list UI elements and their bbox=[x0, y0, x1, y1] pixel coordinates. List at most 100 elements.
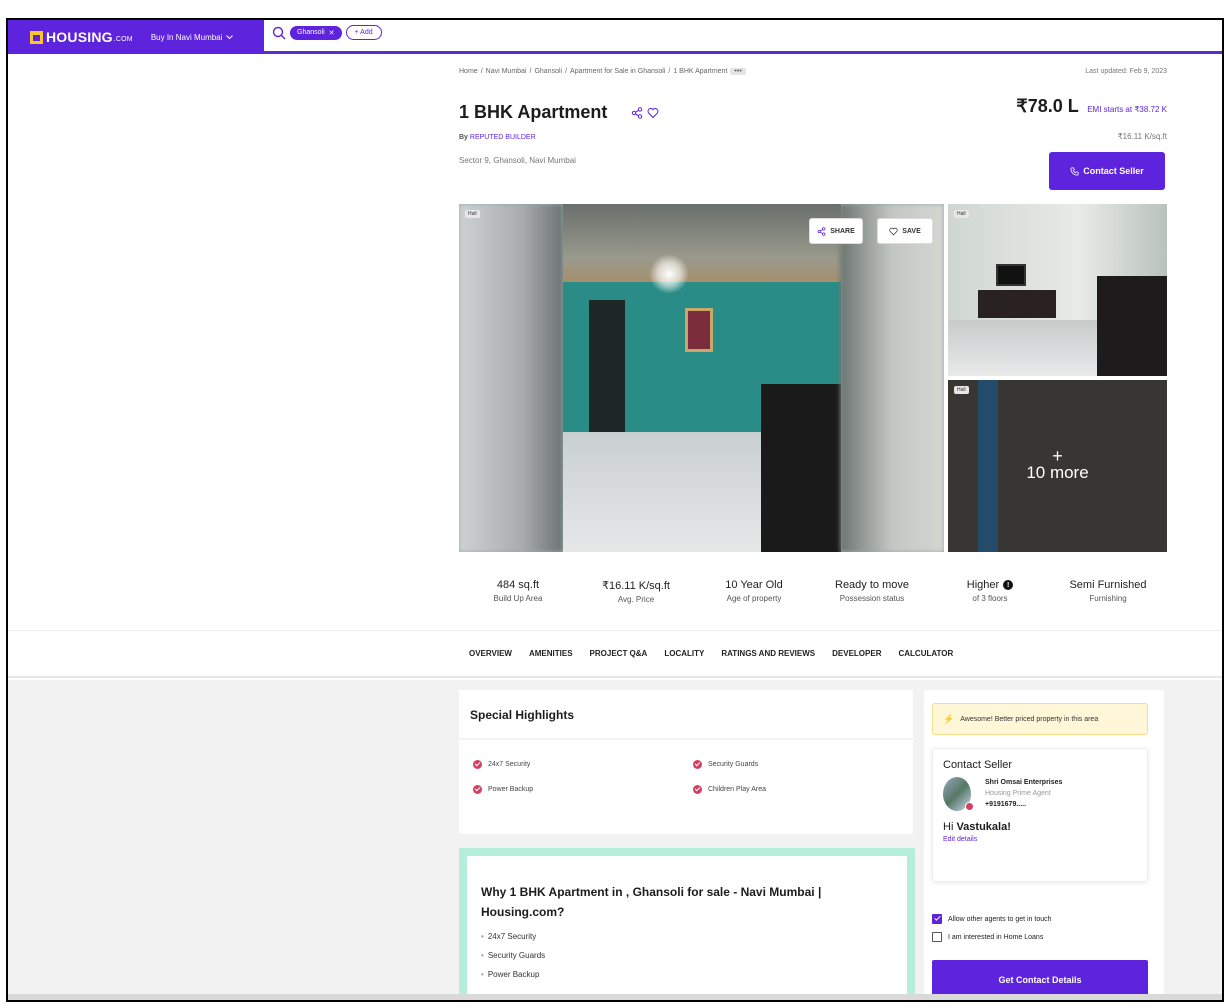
contact-seller-label: Contact Seller bbox=[1083, 166, 1144, 176]
logo-suffix: .COM bbox=[113, 35, 133, 43]
contact-seller-button[interactable]: Contact Seller bbox=[1049, 152, 1165, 190]
breadcrumb-item[interactable]: Apartment for Sale in Ghansoli bbox=[570, 68, 665, 75]
info-icon[interactable]: ! bbox=[1003, 580, 1014, 590]
main-photo[interactable]: Hall SHARE SAVE bbox=[459, 204, 944, 552]
stat-furnishing: Semi Furnished Furnishing bbox=[1069, 579, 1147, 603]
why-list-item: Security Guards bbox=[481, 951, 907, 960]
contact-seller-card: Contact Seller Shri Omsai Enterprises Ho… bbox=[932, 748, 1148, 882]
lightning-icon: ⚡ bbox=[943, 713, 955, 724]
why-list-item: 24x7 Security bbox=[481, 932, 907, 941]
save-label: SAVE bbox=[902, 227, 921, 235]
more-plus: + bbox=[1052, 446, 1063, 466]
tab-locality[interactable]: LOCALITY bbox=[664, 649, 704, 658]
check-icon bbox=[473, 760, 482, 769]
emi-link[interactable]: EMI starts at ₹38.72 K bbox=[1087, 105, 1167, 114]
check-icon bbox=[693, 785, 702, 794]
builder-link[interactable]: REPUTED BUILDER bbox=[470, 134, 536, 141]
breadcrumb-item: 1 BHK Apartment bbox=[673, 68, 728, 75]
add-location-button[interactable]: + Add bbox=[345, 25, 382, 40]
contact-panel: ⚡ Awesome! Better priced property in thi… bbox=[924, 690, 1164, 1000]
section-tabs: OVERVIEW AMENITIES PROJECT Q&A LOCALITY … bbox=[469, 649, 953, 658]
share-label: SHARE bbox=[830, 227, 855, 235]
greeting: Hi Vastukala! bbox=[943, 821, 1011, 833]
chevron-down-icon bbox=[226, 34, 234, 39]
agent-tag: Housing Prime Agent bbox=[985, 790, 1051, 797]
tab-developer[interactable]: DEVELOPER bbox=[832, 649, 881, 658]
check-icon bbox=[693, 760, 702, 769]
photo-tag: Hall bbox=[954, 210, 969, 218]
why-title: Why 1 BHK Apartment in , Ghansoli for sa… bbox=[481, 885, 822, 919]
check-icon bbox=[473, 785, 482, 794]
stat-floor: Higher ! of 3 floors bbox=[931, 556, 1049, 626]
price-insight-banner: ⚡ Awesome! Better priced property in thi… bbox=[932, 703, 1148, 735]
more-photos-tile[interactable]: Hall + 10 more bbox=[948, 380, 1167, 552]
special-highlights-card: Special Highlights 24x7 Security Securit… bbox=[459, 690, 913, 834]
city-dropdown[interactable]: Buy In Navi Mumbai bbox=[151, 33, 234, 42]
user-name: Vastukala! bbox=[956, 821, 1011, 833]
search-chip[interactable]: Ghansoli ✕ bbox=[290, 25, 342, 40]
home-loans-option[interactable]: I am interested in Home Loans bbox=[932, 932, 1043, 942]
last-updated: Last updated: Feb 9, 2023 bbox=[1085, 68, 1167, 75]
photo-tag: Hall bbox=[465, 210, 480, 218]
save-button[interactable]: SAVE bbox=[877, 218, 933, 244]
edit-details-link[interactable]: Edit details bbox=[943, 836, 1147, 843]
search-chip-label: Ghansoli bbox=[297, 29, 325, 36]
allow-agents-option[interactable]: Allow other agents to get in touch bbox=[932, 914, 1052, 924]
search-icon bbox=[272, 26, 286, 39]
checkbox-unchecked[interactable] bbox=[932, 932, 942, 942]
tab-ratings[interactable]: RATINGS AND REVIEWS bbox=[721, 649, 815, 658]
logo-text: HOUSING bbox=[46, 29, 113, 45]
price-per-sqft: ₹16.11 K/sq.ft bbox=[1117, 132, 1167, 141]
phone-icon bbox=[1070, 166, 1079, 176]
tab-project-qa[interactable]: PROJECT Q&A bbox=[590, 649, 648, 658]
close-icon[interactable]: ✕ bbox=[329, 29, 335, 37]
stat-age: 10 Year Old Age of property bbox=[725, 579, 783, 603]
why-list-item: Power Backup bbox=[481, 970, 907, 979]
breadcrumb-more-button[interactable]: ••• bbox=[730, 68, 746, 75]
key-stats: 484 sq.ft Build Up Area ₹16.11 K/sq.ft A… bbox=[459, 556, 1167, 626]
agent-phone: +9191679..... bbox=[985, 801, 1027, 808]
highlights-title: Special Highlights bbox=[459, 690, 913, 740]
house-logo-icon bbox=[30, 30, 43, 44]
avatar bbox=[943, 777, 974, 811]
by-prefix: By bbox=[459, 134, 468, 141]
listing-title: 1 BHK Apartment bbox=[459, 102, 659, 123]
side-photo-top[interactable]: Hall bbox=[948, 204, 1167, 376]
housing-logo[interactable]: HOUSING .COM bbox=[30, 29, 133, 45]
highlight-item: Security Guards bbox=[693, 760, 913, 769]
prime-badge-icon bbox=[965, 802, 974, 811]
highlight-item: 24x7 Security bbox=[473, 760, 693, 769]
checkbox-checked[interactable] bbox=[932, 914, 942, 924]
price-block: ₹78.0 L EMI starts at ₹38.72 K bbox=[1016, 96, 1167, 117]
stat-possession: Ready to move Possession status bbox=[835, 579, 909, 603]
agent-name: Shri Omsai Enterprises bbox=[985, 779, 1063, 786]
tab-overview[interactable]: OVERVIEW bbox=[469, 649, 512, 658]
breadcrumb: Home / Navi Mumbai / Ghansoli / Apartment f… bbox=[459, 68, 746, 75]
highlight-item: Children Play Area bbox=[693, 785, 913, 794]
more-photos-label: 10 more bbox=[1026, 463, 1089, 482]
why-buy-card: Why 1 BHK Apartment in , Ghansoli for sa… bbox=[459, 848, 915, 1000]
breadcrumb-item[interactable]: Navi Mumbai bbox=[486, 68, 527, 75]
heart-icon[interactable] bbox=[647, 107, 659, 119]
breadcrumb-item[interactable]: Home bbox=[459, 68, 478, 75]
tab-amenities[interactable]: AMENITIES bbox=[529, 649, 573, 658]
listing-location: Sector 9, Ghansoli, Navi Mumbai bbox=[459, 156, 576, 165]
breadcrumb-item[interactable]: Ghansoli bbox=[534, 68, 562, 75]
section-tabs-bar: OVERVIEW AMENITIES PROJECT Q&A LOCALITY … bbox=[8, 630, 1222, 678]
top-nav: HOUSING .COM Buy In Navi Mumbai Ghansoli… bbox=[8, 20, 1222, 54]
stat-build-area: 484 sq.ft Build Up Area bbox=[493, 579, 543, 603]
tab-calculator[interactable]: CALCULATOR bbox=[898, 649, 953, 658]
share-button[interactable]: SHARE bbox=[809, 218, 863, 244]
listing-price: ₹78.0 L bbox=[1016, 96, 1079, 116]
browser-viewport: HOUSING .COM Buy In Navi Mumbai Ghansoli… bbox=[6, 18, 1224, 1002]
share-icon[interactable] bbox=[631, 106, 643, 119]
heart-icon bbox=[889, 227, 898, 235]
brand-bar: HOUSING .COM Buy In Navi Mumbai bbox=[8, 20, 264, 54]
builder-line: By REPUTED BUILDER bbox=[459, 134, 536, 141]
search-bar[interactable]: Ghansoli ✕ + Add bbox=[272, 25, 382, 40]
horizontal-scrollbar[interactable] bbox=[8, 994, 1222, 1000]
photo-gallery: Hall SHARE SAVE Hall Hall + 10 more bbox=[459, 204, 1167, 552]
stat-avg-price: ₹16.11 K/sq.ft Avg. Price bbox=[602, 579, 670, 604]
city-dropdown-label: Buy In Navi Mumbai bbox=[150, 32, 223, 42]
listing-title-text: 1 BHK Apartment bbox=[459, 102, 608, 122]
